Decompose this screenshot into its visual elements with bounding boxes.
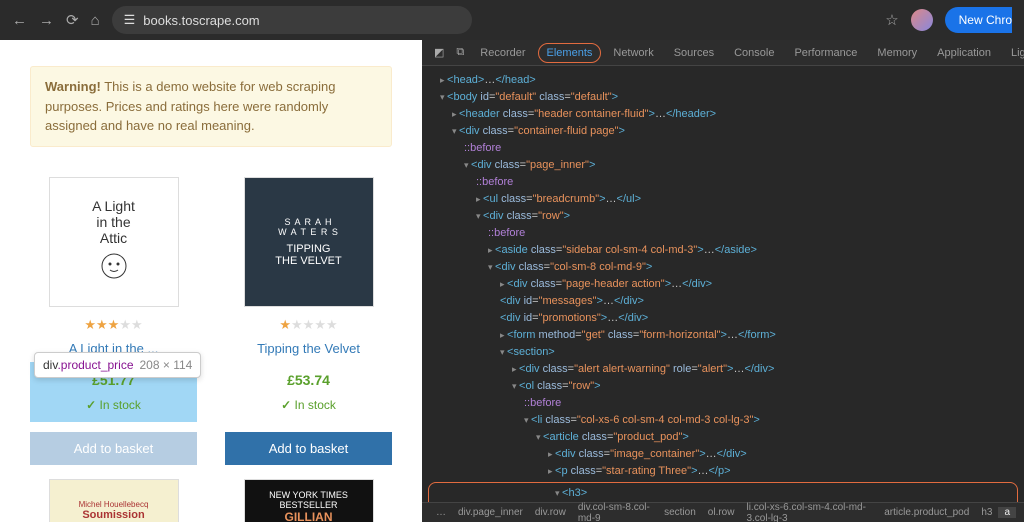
product-image[interactable]: Michel HouellebecqSoumission [49,479,179,522]
dom-tree[interactable]: <head>…</head> <body id="default" class=… [422,66,1024,502]
webpage-viewport: Warning! This is a demo website for web … [0,40,422,522]
tab-console[interactable]: Console [726,42,782,64]
star-rating: ★★★★★ [30,317,197,333]
url-text: books.toscrape.com [143,13,259,28]
product-card: S A R A HW A T E R S TIPPINGTHE VELVET ★… [225,177,392,465]
product-image[interactable]: NEW YORK TIMES BESTSELLERGILLIANFLYNN [244,479,374,522]
product-image[interactable]: S A R A HW A T E R S TIPPINGTHE VELVET [244,177,374,307]
add-to-basket-button[interactable]: Add to basket [30,432,197,465]
product-title-link[interactable]: Tipping the Velvet [225,341,392,356]
tooltip-class: .product_price [57,358,133,372]
crumb[interactable]: … [430,507,452,518]
crumb[interactable]: div.row [529,507,572,518]
add-to-basket-button[interactable]: Add to basket [225,432,392,465]
back-icon[interactable]: ← [12,12,27,29]
devtools-panel: ◩ ⧉ Recorder Elements Network Sources Co… [422,40,1024,522]
crumb[interactable]: section [658,507,702,518]
devtools-tabs: ◩ ⧉ Recorder Elements Network Sources Co… [422,40,1024,66]
site-info-icon[interactable]: ☰ [124,12,136,28]
crumb[interactable]: h3 [975,507,998,518]
browser-toolbar: ← → ⟳ ⌂ ☰ books.toscrape.com ☆ New Chro [0,0,1024,40]
element-tooltip: div.product_price 208 × 114 [34,352,201,378]
crumb[interactable]: div.page_inner [452,507,529,518]
tab-sources[interactable]: Sources [666,42,722,64]
tab-application[interactable]: Application [929,42,999,64]
bookmark-icon[interactable]: ☆ [885,11,898,29]
tab-elements[interactable]: Elements [538,43,602,63]
home-icon[interactable]: ⌂ [91,12,100,29]
address-bar[interactable]: ☰ books.toscrape.com [112,6,472,34]
crumb[interactable]: article.product_pod [878,507,975,518]
crumb[interactable]: div.col-sm-8.col-md-9 [572,502,658,522]
new-chrome-button[interactable]: New Chro [945,7,1012,33]
tab-recorder[interactable]: Recorder [472,42,533,64]
warning-alert: Warning! This is a demo website for web … [30,66,392,147]
tab-memory[interactable]: Memory [869,42,925,64]
forward-icon[interactable]: → [39,12,54,29]
tab-performance[interactable]: Performance [786,42,865,64]
profile-avatar[interactable] [911,9,933,31]
reload-icon[interactable]: ⟳ [66,11,79,29]
tab-lighthouse[interactable]: Lighthouse [1003,42,1024,64]
stock-status: In stock [225,398,392,412]
product-price-box: £53.74 In stock [225,362,392,422]
product-image[interactable]: A Lightin theAttic [49,177,179,307]
device-icon[interactable]: ⧉ [452,46,468,59]
tooltip-label: div [43,358,57,372]
inspect-icon[interactable]: ◩ [430,46,448,59]
tooltip-dimensions: 208 × 114 [140,358,193,372]
breadcrumb-trail[interactable]: … div.page_inner div.row div.col-sm-8.co… [422,502,1024,522]
crumb-selected[interactable]: a [998,507,1016,518]
price-text: £53.74 [225,372,392,388]
star-rating: ★★★★★ [225,317,392,333]
product-card: A Lightin theAttic ★★★★★ A Light in the … [30,177,197,465]
tab-network[interactable]: Network [605,42,661,64]
alert-bold: Warning! [45,79,101,94]
crumb[interactable]: ol.row [702,507,741,518]
stock-status: In stock [30,398,197,412]
crumb[interactable]: li.col-xs-6.col-sm-4.col-md-3.col-lg-3 [740,502,878,522]
